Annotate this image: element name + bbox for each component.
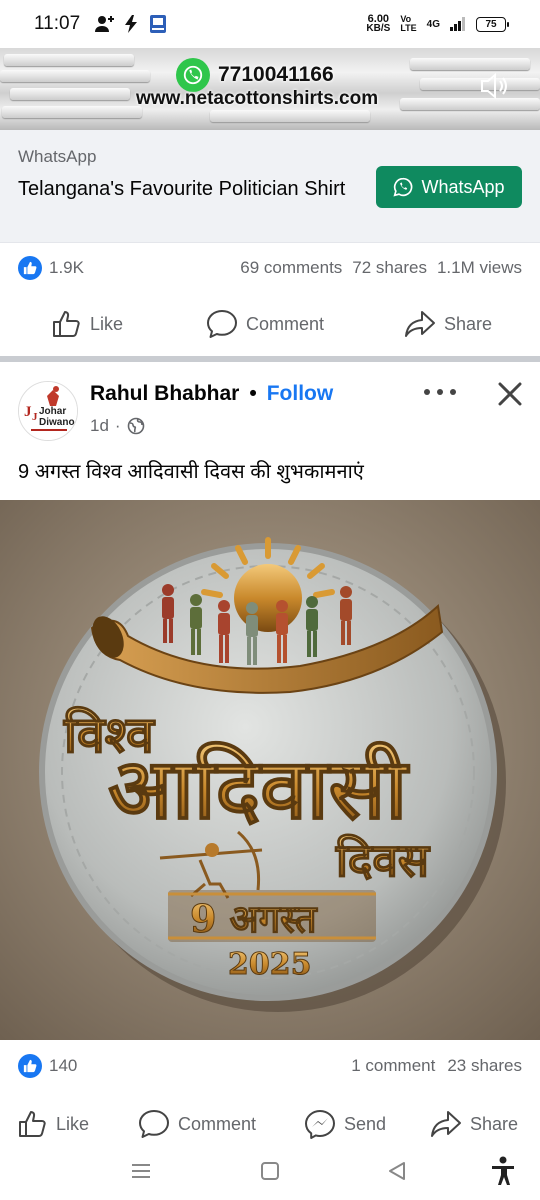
more-options-button[interactable] bbox=[424, 380, 456, 404]
post-meta: 1d · bbox=[90, 416, 145, 436]
post-stats-row: 140 1 comment 23 shares bbox=[0, 1042, 540, 1090]
close-icon[interactable] bbox=[496, 380, 524, 408]
image-year: 2025 bbox=[228, 947, 312, 982]
ad-action-bar: Like Comment Share bbox=[0, 296, 540, 352]
post-meta-separator: · bbox=[114, 416, 121, 435]
back-icon[interactable] bbox=[386, 1160, 408, 1182]
comment-icon bbox=[207, 310, 237, 338]
svg-text:Johar: Johar bbox=[39, 406, 66, 417]
share-icon bbox=[431, 1111, 461, 1137]
whatsapp-icon bbox=[393, 177, 413, 197]
battery-icon: 75 bbox=[476, 16, 509, 32]
post-image[interactable]: विश्व आदिवासी दिवस 9 अगस्त 2025 bbox=[0, 500, 540, 1040]
app-notification-icon bbox=[150, 15, 167, 33]
globe-icon bbox=[127, 417, 144, 435]
post-reaction-count[interactable]: 140 bbox=[49, 1056, 77, 1076]
ad-share-button[interactable]: Share bbox=[404, 310, 492, 338]
more-dot-icon bbox=[424, 389, 430, 395]
whatsapp-button[interactable]: WhatsApp bbox=[376, 166, 522, 208]
ad-share-count[interactable]: 72 shares bbox=[352, 258, 427, 278]
comment-icon bbox=[139, 1110, 169, 1138]
post-author-row: Rahul Bhabhar • Follow bbox=[90, 382, 333, 406]
image-date-label: 9 अगस्त bbox=[190, 896, 318, 941]
post-caption: 9 अगस्त विश्व आदिवासी दिवस की शुभकामनाएं bbox=[18, 461, 364, 483]
accessibility-icon[interactable] bbox=[490, 1156, 516, 1186]
ad-banner-image[interactable]: 7710041166 www.netacottonshirts.com bbox=[0, 48, 540, 130]
like-icon bbox=[19, 1111, 46, 1137]
post-share-count[interactable]: 23 shares bbox=[447, 1056, 522, 1076]
mute-icon[interactable] bbox=[478, 70, 510, 102]
ad-like-button[interactable]: Like bbox=[52, 310, 123, 338]
ad-title[interactable]: Telangana's Favourite Politician Shirt bbox=[18, 174, 348, 204]
ad-reaction-count[interactable]: 1.9K bbox=[49, 258, 84, 278]
svg-text:J: J bbox=[32, 411, 38, 423]
ad-source-label: WhatsApp bbox=[18, 147, 97, 166]
network-speed: 6.00 KB/S bbox=[366, 13, 391, 34]
flash-icon bbox=[125, 15, 138, 33]
person-add-icon bbox=[95, 16, 115, 32]
like-reaction-icon bbox=[18, 256, 42, 280]
ad-comment-count[interactable]: 69 comments bbox=[240, 258, 342, 278]
post-time[interactable]: 1d bbox=[90, 416, 109, 436]
banner-phone-number: 7710041166 bbox=[218, 63, 334, 86]
ad-cta-section[interactable]: WhatsApp Telangana's Favourite Politicia… bbox=[0, 130, 540, 243]
post-send-button[interactable]: Send bbox=[304, 1109, 386, 1139]
system-status: 6.00 KB/S Vo LTE 4G 75 bbox=[366, 13, 509, 34]
recents-menu-icon[interactable] bbox=[130, 1160, 152, 1182]
like-icon bbox=[53, 311, 80, 337]
network-type: 4G bbox=[426, 18, 440, 30]
svg-text:Diwano: Diwano bbox=[39, 417, 75, 428]
ad-comment-button[interactable]: Comment bbox=[206, 309, 324, 339]
ad-view-count: 1.1M views bbox=[436, 258, 522, 277]
whatsapp-logo-icon bbox=[176, 58, 210, 92]
image-text-line3: दिवस bbox=[335, 833, 431, 887]
status-bar: 11:07 6.00 KB/S Vo LTE 4G 75 bbox=[0, 0, 540, 48]
status-time: 11:07 bbox=[34, 13, 81, 34]
messenger-icon bbox=[305, 1110, 335, 1139]
share-icon bbox=[405, 311, 435, 337]
post-comment-button[interactable]: Comment bbox=[138, 1109, 256, 1139]
post-like-button[interactable]: Like bbox=[18, 1110, 89, 1138]
post-comment-count[interactable]: 1 comment bbox=[351, 1056, 435, 1076]
coin-artwork: विश्व आदिवासी दिवस 9 अगस्त 2025 bbox=[0, 500, 540, 1040]
author-separator: • bbox=[249, 382, 257, 405]
banner-phone: 7710041166 bbox=[176, 58, 334, 92]
author-name[interactable]: Rahul Bhabhar bbox=[90, 382, 239, 406]
signal-icon bbox=[450, 17, 465, 31]
post-share-button[interactable]: Share bbox=[430, 1110, 518, 1138]
feed-divider bbox=[0, 356, 540, 362]
home-icon[interactable] bbox=[259, 1160, 281, 1182]
follow-button[interactable]: Follow bbox=[267, 382, 334, 406]
author-avatar[interactable]: J J Johar Diwano bbox=[18, 381, 78, 441]
system-navigation-bar bbox=[0, 1148, 540, 1200]
notification-icons bbox=[94, 14, 168, 34]
image-text-line2: आदिवासी bbox=[108, 739, 410, 838]
post-like-reaction-icon bbox=[18, 1054, 42, 1078]
whatsapp-button-label: WhatsApp bbox=[421, 176, 505, 197]
post-action-bar: Like Comment Send Share bbox=[0, 1096, 540, 1152]
banner-url: www.netacottonshirts.com bbox=[136, 88, 379, 109]
volte-indicator: Vo LTE bbox=[400, 14, 417, 33]
ad-stats-row: 1.9K 69 comments 72 shares 1.1M views bbox=[0, 244, 540, 292]
svg-text:J: J bbox=[24, 404, 32, 420]
